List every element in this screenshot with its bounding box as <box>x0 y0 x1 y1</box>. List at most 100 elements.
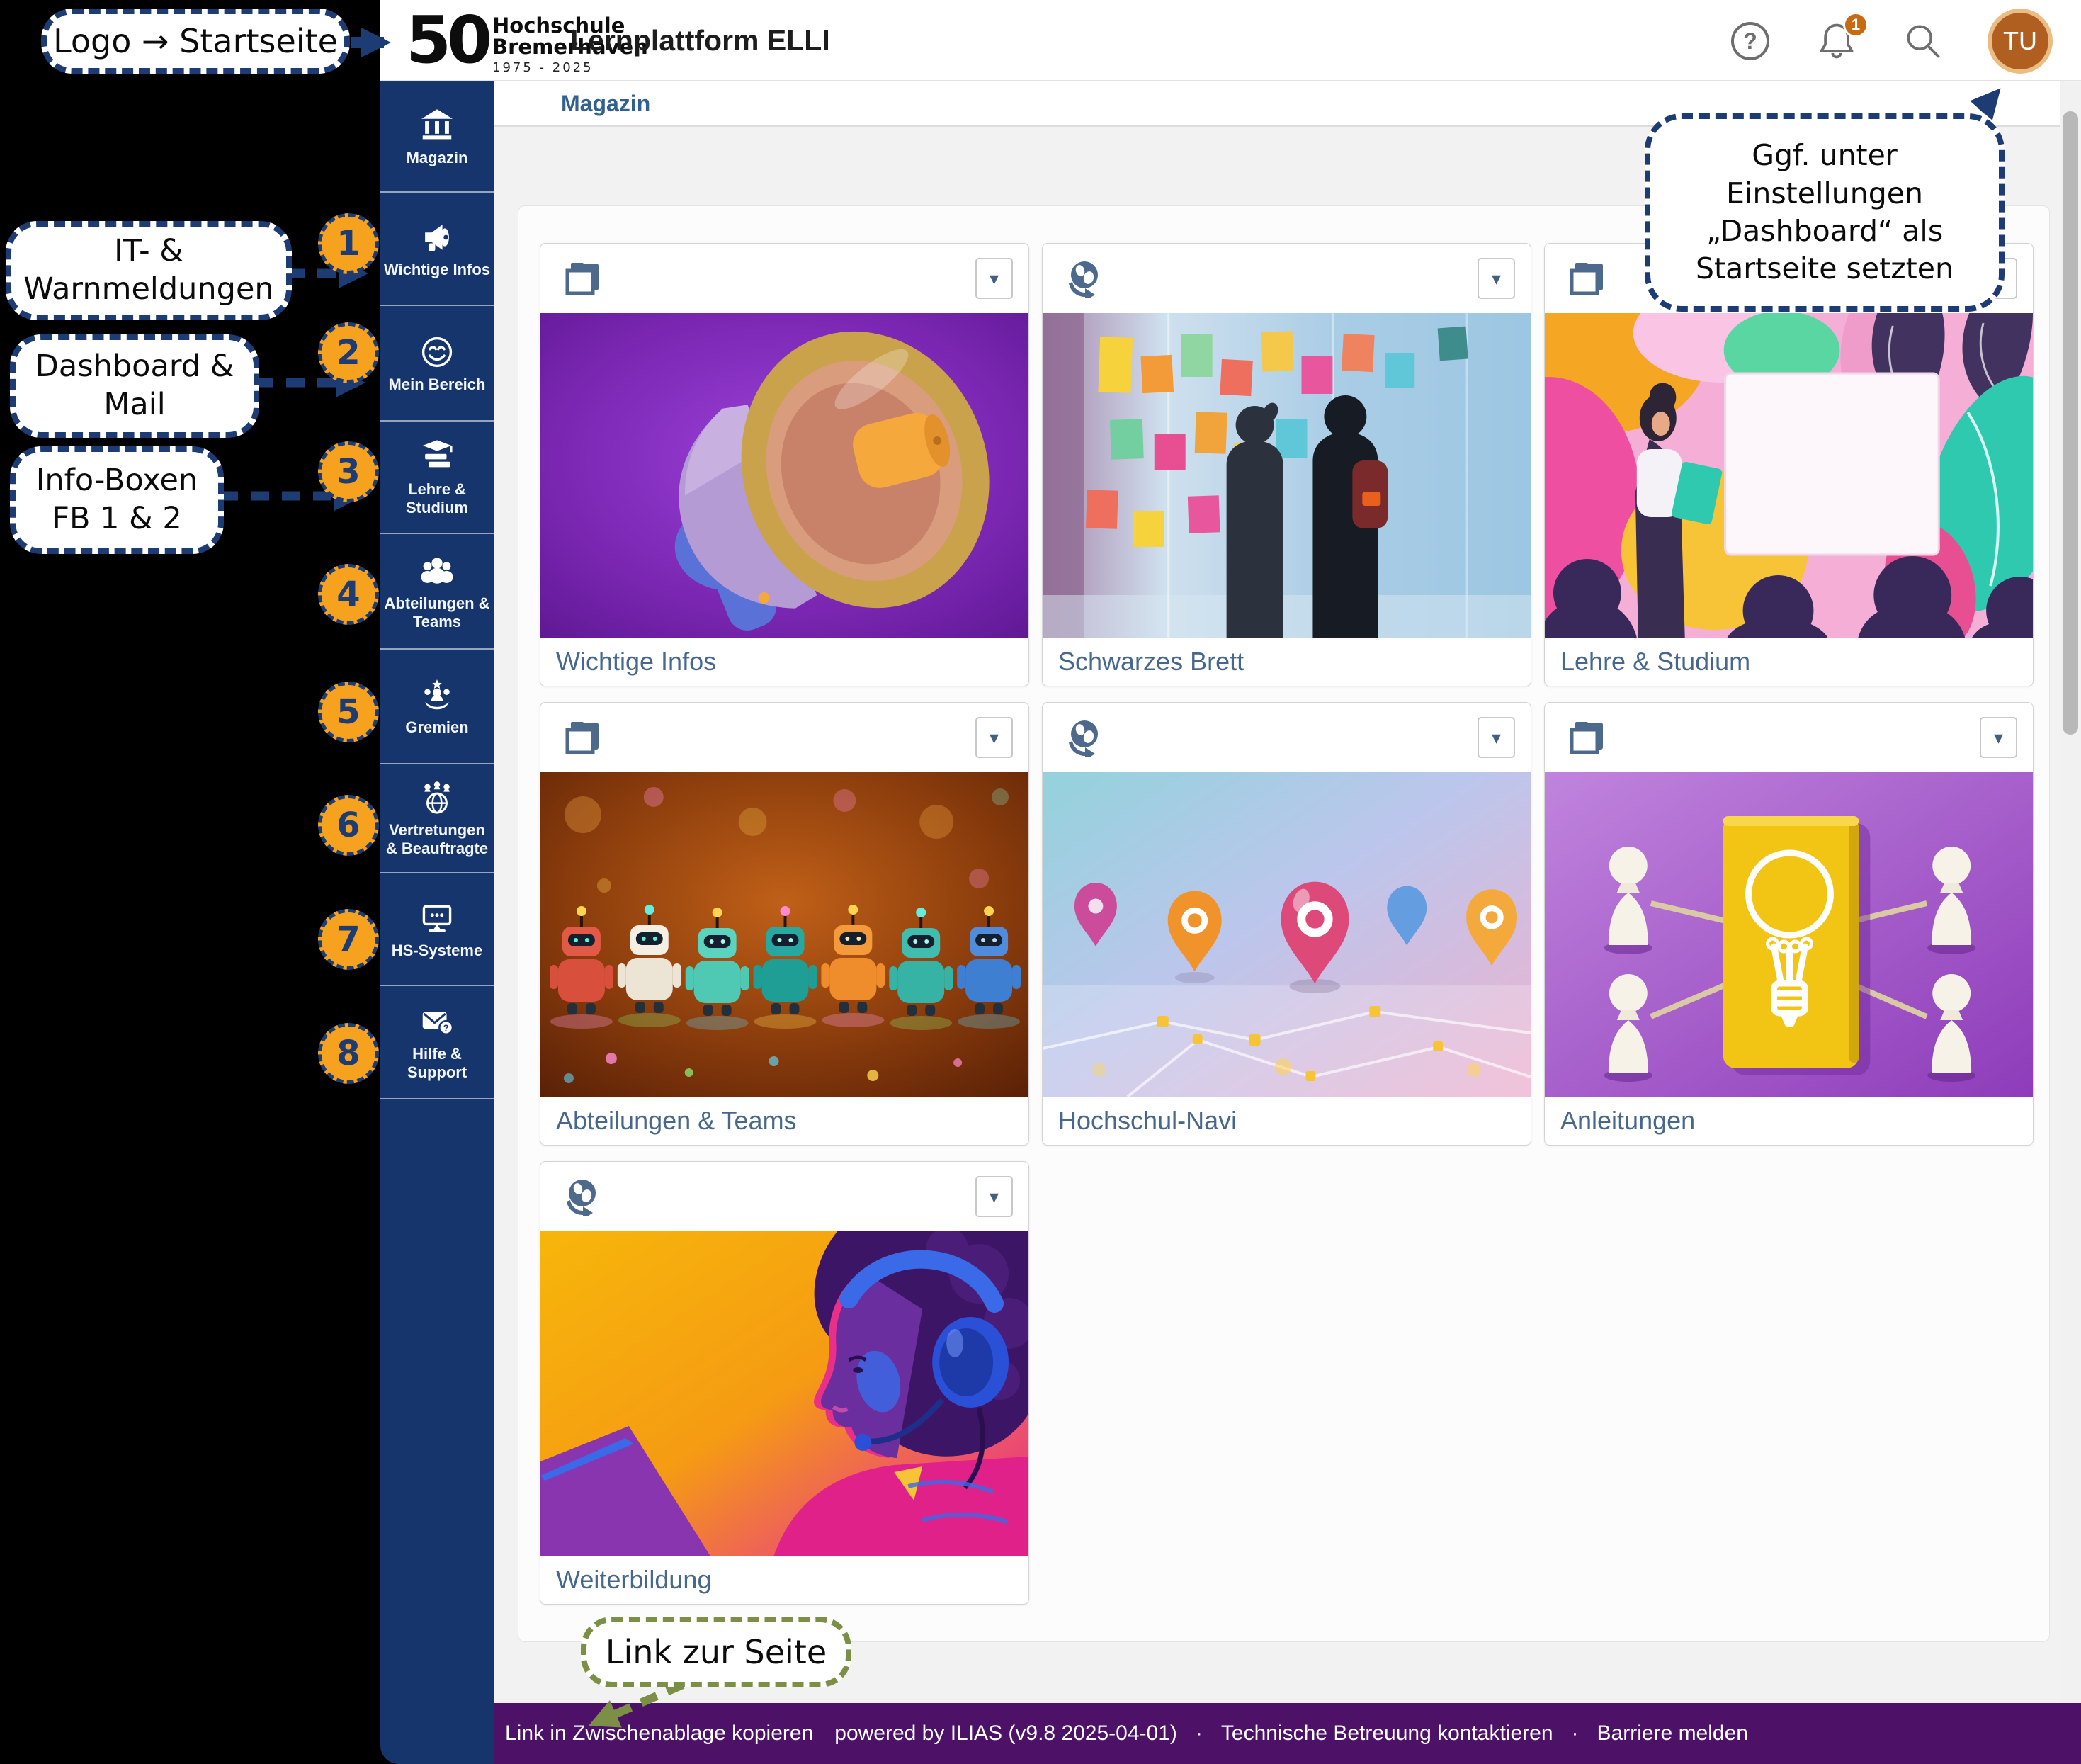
card-actions-dropdown[interactable]: ▾ <box>975 717 1013 758</box>
sidebar-item-label: Wichtige Infos <box>384 261 490 279</box>
step-badge-2: 2 <box>318 322 379 383</box>
chevron-down-icon: ▾ <box>1492 269 1501 288</box>
sidebar-item-mein-bereich[interactable]: Mein Bereich <box>380 306 494 422</box>
sidebar-item-label: Abteilungen & Teams <box>382 594 492 631</box>
folder-icon <box>563 259 601 298</box>
card-schwarzes-brett[interactable]: ▾ <box>1042 243 1531 686</box>
card-title-weiterbildung[interactable]: Weiterbildung <box>556 1565 711 1595</box>
help-icon: ? <box>1730 21 1771 62</box>
top-header: 50 Hochschule Bremerhaven 1975 - 2025 Le… <box>380 0 2081 81</box>
card-title-abteilungen-teams[interactable]: Abteilungen & Teams <box>556 1106 797 1136</box>
step-badge-8: 8 <box>318 1023 379 1084</box>
folder-icon <box>1567 259 1606 298</box>
sidebar-item-abteilungen-teams[interactable]: Abteilungen & Teams <box>380 534 494 650</box>
card-title-anleitungen[interactable]: Anleitungen <box>1560 1106 1695 1136</box>
card-actions-dropdown[interactable]: ▾ <box>1980 717 2017 758</box>
step-badge-3: 3 <box>318 441 379 502</box>
annotation-logo-note: Logo → Startseite <box>41 9 350 74</box>
sidebar-item-label: Lehre & Studium <box>382 480 492 517</box>
card-title-lehre-studium[interactable]: Lehre & Studium <box>1560 647 1750 677</box>
people-group-icon <box>418 552 456 590</box>
card-title-schwarzes-brett[interactable]: Schwarzes Brett <box>1058 647 1244 677</box>
svg-text:?: ? <box>1743 28 1757 54</box>
card-image-robots <box>540 772 1028 1097</box>
card-head: ▾ <box>540 244 1028 313</box>
repository-panel: ▾ <box>518 205 2050 1642</box>
scrollbar-track <box>2060 81 2081 1703</box>
books-grad-icon <box>418 438 456 476</box>
sidebar-item-gremien[interactable]: Gremien <box>380 650 494 764</box>
step-badge-4: 4 <box>318 564 379 625</box>
folder-icon <box>563 718 601 757</box>
card-abteilungen-teams[interactable]: ▾ <box>540 702 1029 1146</box>
footer-separator: · <box>1572 1721 1579 1746</box>
chevron-down-icon: ▾ <box>1994 728 2003 747</box>
annotation-settings-note: Ggf. unter Einstellungen „Dashboard“ als… <box>1645 113 2005 312</box>
logo-50-mark: 50 <box>406 8 488 73</box>
search-icon <box>1902 20 1944 62</box>
card-grid: ▾ <box>540 243 2034 1605</box>
sidebar-item-wichtige-infos[interactable]: Wichtige Infos <box>380 193 494 306</box>
card-actions-dropdown[interactable]: ▾ <box>1478 258 1515 299</box>
card-title-wichtige-infos[interactable]: Wichtige Infos <box>556 647 716 677</box>
footer-report-link[interactable]: Barriere melden <box>1597 1721 1748 1746</box>
card-head: ▾ <box>540 1162 1028 1231</box>
sidebar-item-label: Gremien <box>405 718 468 737</box>
sidebar-item-lehre-studium[interactable]: Lehre & Studium <box>380 422 494 534</box>
card-head: ▾ <box>1043 703 1531 772</box>
sidebar-item-vertretungen[interactable]: Vertretungen & Beauftragte <box>380 764 494 873</box>
sidebar-item-label: Vertretungen & Beauftragte <box>382 821 492 858</box>
step-badge-5: 5 <box>318 682 379 742</box>
footer-support-link[interactable]: Technische Betreuung kontaktieren <box>1221 1721 1553 1746</box>
step-badge-6: 6 <box>318 795 379 856</box>
card-actions-dropdown[interactable]: ▾ <box>975 258 1013 299</box>
sidebar-item-label: Hilfe & Support <box>382 1045 492 1082</box>
card-title-hochschul-navi[interactable]: Hochschul-Navi <box>1058 1106 1237 1136</box>
sidebar-item-magazin[interactable]: Magazin <box>380 81 494 193</box>
globe-people-icon <box>418 779 456 817</box>
card-actions-dropdown[interactable]: ▾ <box>1478 717 1515 758</box>
weblink-icon <box>1065 718 1104 757</box>
scrollbar-thumb[interactable] <box>2063 111 2078 735</box>
card-label-row: Wichtige Infos <box>540 638 1028 686</box>
card-label-row: Schwarzes Brett <box>1043 638 1531 686</box>
sidebar-item-label: Magazin <box>407 149 468 167</box>
sidebar-item-hs-systeme[interactable]: HS-Systeme <box>380 873 494 986</box>
breadcrumb[interactable]: Magazin <box>561 91 650 117</box>
search-button[interactable] <box>1901 19 1945 63</box>
card-label-row: Hochschul-Navi <box>1043 1097 1531 1145</box>
card-actions-dropdown[interactable]: ▾ <box>975 1176 1013 1217</box>
folder-icon <box>1567 718 1606 757</box>
annotation-link-note: Link zur Seite <box>581 1617 851 1687</box>
logo-years: 1975 - 2025 <box>492 60 648 75</box>
weblink-icon <box>563 1177 601 1216</box>
card-image-headset-portrait <box>540 1231 1028 1556</box>
card-label-row: Abteilungen & Teams <box>540 1097 1028 1145</box>
sidebar-item-label: Mein Bereich <box>389 375 486 394</box>
monitor-password-icon <box>418 899 456 937</box>
card-image-presentation <box>1545 313 2033 638</box>
card-anleitungen[interactable]: ▾ <box>1544 702 2034 1146</box>
main-content: Magazin ▾ <box>494 81 2081 1703</box>
card-label-row: Anleitungen <box>1545 1097 2033 1145</box>
bank-icon <box>418 106 456 145</box>
committee-icon <box>418 676 456 714</box>
footer-separator: · <box>1196 1721 1203 1746</box>
card-image-map-pins <box>1043 772 1531 1097</box>
card-label-row: Lehre & Studium <box>1545 638 2033 686</box>
main-sidebar: Magazin Wichtige Infos Mein Bereich Lehr… <box>380 81 494 1764</box>
step-badge-7: 7 <box>318 909 379 970</box>
notifications-button[interactable]: 1 <box>1815 19 1859 63</box>
sidebar-item-hilfe-support[interactable]: ? Hilfe & Support <box>380 986 494 1099</box>
page-title: Lernplattform ELLI <box>570 24 830 57</box>
card-image-sticky-notes <box>1043 313 1531 638</box>
card-head: ▾ <box>540 703 1028 772</box>
card-weiterbildung[interactable]: ▾ <box>540 1161 1029 1605</box>
help-button[interactable]: ? <box>1728 19 1772 63</box>
card-wichtige-infos[interactable]: ▾ <box>540 243 1029 686</box>
card-hochschul-navi[interactable]: ▾ <box>1042 702 1531 1146</box>
arrow-to-mein-bereich <box>254 370 392 395</box>
smiley-icon <box>418 333 456 371</box>
chevron-down-icon: ▾ <box>990 269 999 288</box>
chevron-down-icon: ▾ <box>990 1187 999 1206</box>
